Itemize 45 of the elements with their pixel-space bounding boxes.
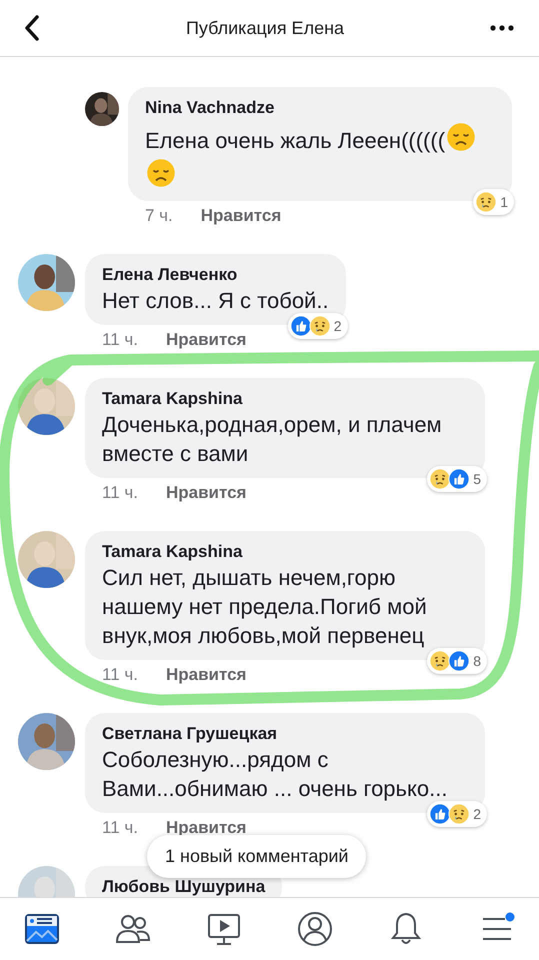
comment-text: Доченька,родная,орем, и плачем вместе с вами — [102, 412, 442, 466]
reaction-badge[interactable]: 5 — [427, 466, 487, 492]
new-comments-pill[interactable]: 1 новый комментарий — [147, 835, 366, 878]
comment-time: 11 ч. — [102, 664, 138, 686]
crying-face-icon — [308, 315, 331, 337]
reaction-badge[interactable]: 2 — [288, 313, 348, 339]
author-name[interactable]: Tamara Kapshina — [102, 541, 468, 563]
like-link[interactable]: Нравится — [166, 329, 246, 351]
author-name[interactable]: Любовь Шушурина — [102, 876, 266, 897]
author-name[interactable]: Светлана Грушецкая — [102, 723, 468, 745]
author-name[interactable]: Елена Левченко — [102, 264, 329, 286]
comment-text: Сил нет, дышать нечем,горю нашему нет предела.Погиб мой внук,моя любовь,мой первенец — [102, 565, 427, 648]
thumbs-up-icon — [448, 468, 470, 490]
crying-face-icon — [429, 468, 452, 490]
thumbs-up-icon — [429, 803, 452, 825]
comment-text: Соболезную...рядом с Вами...обнимаю ... очень горько... — [102, 747, 448, 801]
crying-face-icon — [429, 650, 452, 672]
reaction-badge[interactable]: 1 — [473, 189, 514, 215]
reaction-badge[interactable]: 8 — [427, 648, 487, 674]
crying-face-icon — [475, 191, 498, 213]
author-name[interactable]: Nina Vachnadze — [145, 97, 495, 119]
page-title: Публикация Елена — [186, 18, 344, 38]
comment-time: 7 ч. — [145, 205, 173, 227]
comment-time: 11 ч. — [102, 482, 138, 504]
reaction-badge[interactable]: 2 — [427, 801, 487, 827]
crying-face-icon — [448, 803, 470, 825]
sad-face-icon — [146, 158, 176, 188]
back-icon[interactable] — [24, 15, 40, 41]
reaction-count: 2 — [334, 318, 342, 334]
reaction-count: 2 — [473, 806, 481, 822]
like-link[interactable]: Нравится — [166, 664, 246, 686]
sad-face-icon — [446, 122, 476, 152]
comment-text: Нет слов... Я с тобой.. — [102, 288, 329, 313]
more-icon[interactable] — [490, 25, 514, 31]
author-name[interactable]: Tamara Kapshina — [102, 388, 468, 410]
thumbs-up-icon — [290, 315, 312, 337]
reaction-count: 1 — [500, 194, 508, 210]
reaction-count: 8 — [473, 653, 481, 669]
comment-text: Елена очень жаль Лееен(((((( — [145, 128, 446, 153]
like-link[interactable]: Нравится — [200, 205, 282, 227]
comment-time: 11 ч. — [102, 329, 138, 351]
like-link[interactable]: Нравится — [166, 482, 246, 504]
reaction-count: 5 — [473, 471, 481, 487]
thumbs-up-icon — [448, 650, 470, 672]
comment-time: 11 ч. — [102, 817, 138, 839]
